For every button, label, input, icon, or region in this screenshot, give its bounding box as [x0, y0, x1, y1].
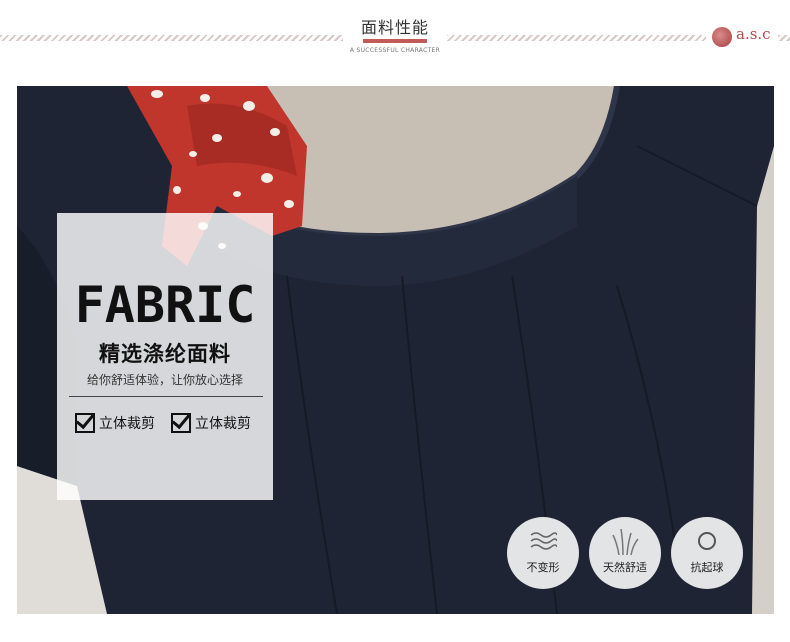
badge-label: 不变形 [526, 561, 560, 574]
logo-text: a.s.c [736, 25, 771, 43]
feature-item: 立体裁剪 [75, 413, 155, 437]
feature-label: 立体裁剪 [195, 416, 251, 432]
badge-natural-comfort: 天然舒适 [589, 517, 661, 589]
checkbox-icon [171, 413, 191, 433]
feature-item: 立体裁剪 [171, 413, 251, 437]
section-subtitle: A SUCCESSFUL CHARACTER [349, 47, 441, 54]
fabric-tagline: 给你舒适体验，让你放心选择 [86, 373, 243, 387]
wave-icon [530, 532, 557, 550]
badge-anti-pilling: 抗起球 [671, 517, 743, 589]
title-underline [363, 39, 427, 43]
panel-divider [69, 396, 263, 397]
logo-emblem-icon [712, 27, 732, 47]
section-title: 面料性能 [360, 18, 429, 37]
section-title-block: 面料性能 A SUCCESSFUL CHARACTER [343, 10, 447, 68]
brand-logo[interactable]: a.s.c [706, 22, 778, 52]
ring-icon [698, 532, 716, 550]
badge-no-deform: 不变形 [507, 517, 579, 589]
grass-icon [612, 529, 639, 555]
fabric-info-panel: FABRIC 精选涤纶面料 给你舒适体验，让你放心选择 立体裁剪 立体裁剪 [57, 213, 273, 500]
fabric-heading: FABRIC [74, 276, 256, 334]
fabric-subheading: 精选涤纶面料 [99, 342, 231, 366]
feature-label: 立体裁剪 [99, 416, 155, 432]
badge-label: 抗起球 [690, 561, 724, 574]
page-header: 面料性能 A SUCCESSFUL CHARACTER a.s.c [0, 0, 790, 70]
badge-label: 天然舒适 [603, 561, 647, 574]
checkbox-icon [75, 413, 95, 433]
